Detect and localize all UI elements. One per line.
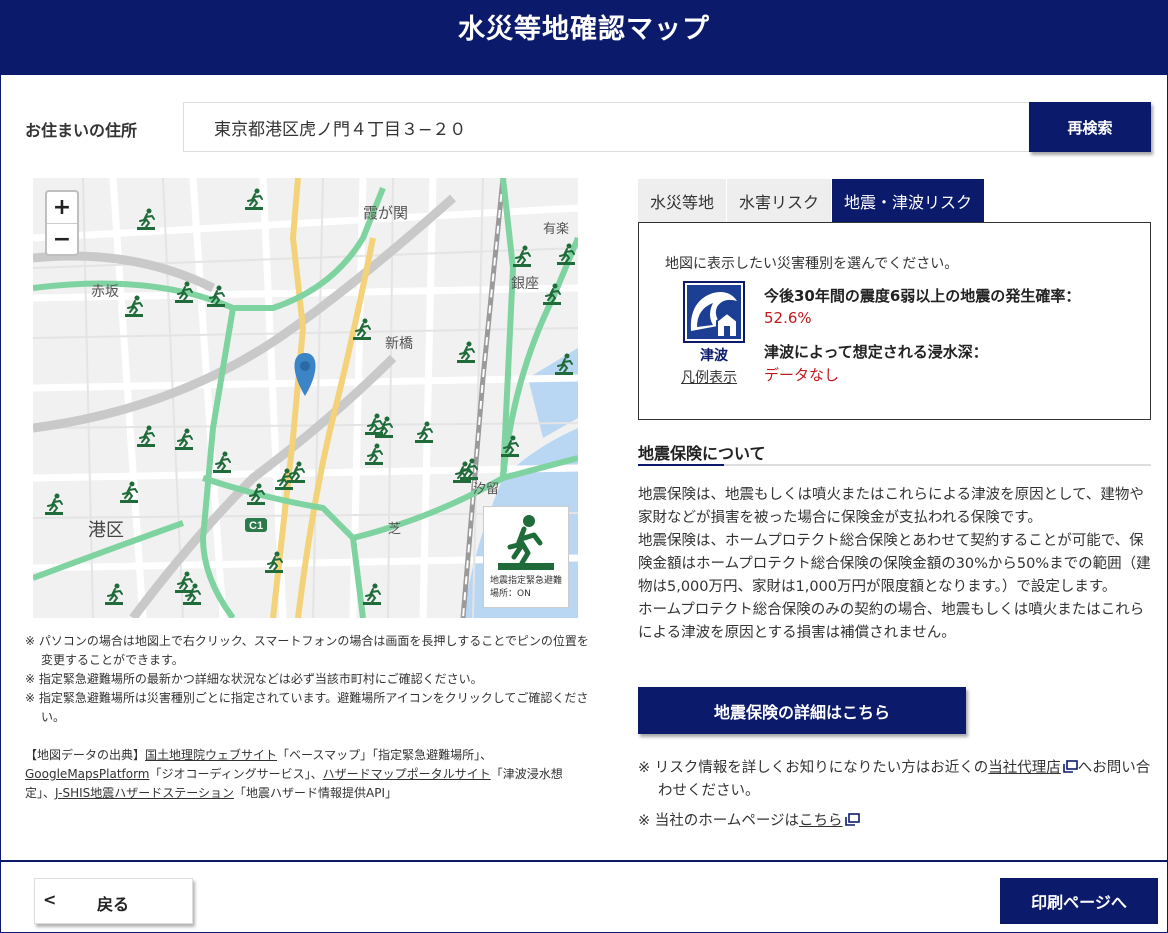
- source-link-hazard-portal[interactable]: ハザードマップポータルサイト: [323, 767, 491, 781]
- chevron-left-icon: <: [43, 890, 57, 909]
- tab-flood-risk[interactable]: 水害リスク: [727, 179, 833, 222]
- quake-probability-value: 52.6%: [764, 309, 812, 327]
- homepage-note: ※ 当社のホームページはこちら: [638, 810, 1153, 833]
- address-label: お住まいの住所: [25, 121, 138, 140]
- agency-note: ※ リスク情報を詳しくお知りになりたい方はお近くの当社代理店 へお問い合わせくださ…: [638, 757, 1153, 803]
- risk-tabs: 水災等地 水害リスク 地震・津波リスク: [638, 179, 986, 222]
- place-label: 芝: [388, 521, 401, 537]
- insurance-heading: 地震保険について: [638, 444, 766, 463]
- research-button[interactable]: 再検索: [1029, 102, 1151, 152]
- tsunami-icon[interactable]: [683, 281, 745, 343]
- insurance-paragraph: ホームプロテクト総合保険のみの契約の場合、地震もしくは噴火またはこれらによる津波…: [638, 602, 1145, 641]
- tsunami-depth-value: データなし: [764, 366, 840, 384]
- source-text: 「ジオコーディングサービス」、: [149, 767, 323, 781]
- tab-earthquake-tsunami-risk[interactable]: 地震・津波リスク: [832, 179, 986, 222]
- map-data-source: 【地図データの出典】国土地理院ウェブサイト「ベースマップ」「指定緊急避難場所」、…: [25, 746, 590, 803]
- place-label: 霞が関: [363, 204, 408, 222]
- homepage-link[interactable]: こちら: [799, 813, 843, 829]
- back-button-label: 戻る: [97, 895, 130, 914]
- address-input[interactable]: 東京都港区虎ノ門４丁目３−２０: [183, 102, 1029, 152]
- place-label: 有楽: [543, 221, 569, 237]
- shelter-legend[interactable]: 地震指定緊急避難 場所：ON: [483, 506, 569, 608]
- quake-probability-label: 今後30年間の震度6弱以上の地震の発生確率：: [764, 287, 1081, 305]
- source-link-jshis[interactable]: J-SHIS地震ハザードステーション: [55, 786, 234, 800]
- source-prefix: 【地図データの出典】: [25, 748, 146, 762]
- print-page-button[interactable]: 印刷ページへ: [1000, 878, 1158, 924]
- place-label: 銀座: [511, 276, 539, 292]
- evacuation-site-icon: [498, 515, 554, 570]
- place-label: 汐留: [473, 481, 499, 497]
- zoom-control: + −: [45, 190, 79, 256]
- place-label: 港区: [88, 520, 124, 541]
- agency-note-prefix: ※ リスク情報を詳しくお知りになりたい方はお近くの: [638, 760, 989, 776]
- insurance-paragraph: 地震保険は、ホームプロテクト総合保険とあわせて契約することが可能で、保険金額はホ…: [638, 533, 1151, 595]
- footer-divider: [0, 860, 1168, 862]
- agency-link[interactable]: 当社代理店: [988, 760, 1061, 776]
- risk-intro: 地図に表示したい災害種別を選んでください。: [665, 256, 959, 272]
- zoom-in-button[interactable]: +: [47, 192, 77, 223]
- map-note: ※ 指定緊急避難場所の最新かつ詳細な状況などは必ず当該市町村にご確認ください。: [25, 672, 483, 686]
- homepage-note-prefix: ※ 当社のホームページは: [638, 813, 800, 829]
- shelter-legend-text: 地震指定緊急避難: [490, 576, 563, 586]
- hazard-map[interactable]: C1 霞が関 赤坂 新橋 銀座 港区 芝 有楽 汐留 + − 地震指定緊急避難: [33, 178, 578, 618]
- tsunami-label: 津波: [700, 348, 728, 364]
- insurance-paragraph: 地震保険は、地震もしくは噴火またはこれらによる津波を原因として、建物や家財などが…: [638, 487, 1144, 526]
- page-title: 水災等地確認マップ: [458, 14, 710, 45]
- source-text: 「ベースマップ」「指定緊急避難場所」、: [277, 748, 493, 762]
- map-note: ※ 指定緊急避難場所は災害種別ごとに指定されています。避難場所アイコンをクリック…: [25, 691, 589, 724]
- insurance-detail-button[interactable]: 地震保険の詳細はこちら: [638, 687, 966, 734]
- place-label: 新橋: [385, 336, 413, 352]
- tab-flood-class[interactable]: 水災等地: [638, 179, 728, 222]
- page-header: 水災等地確認マップ: [0, 0, 1168, 75]
- place-label: 赤坂: [91, 284, 119, 300]
- external-link-icon[interactable]: [1062, 760, 1078, 773]
- legend-link[interactable]: 凡例表示: [681, 367, 737, 387]
- heading-divider-accent: [638, 464, 724, 466]
- back-button[interactable]: < 戻る: [34, 878, 193, 924]
- tsunami-depth-label: 津波によって想定される浸水深：: [764, 343, 988, 361]
- risk-panel: 地図に表示したい災害種別を選んでください。 津波 凡例表示 今後30年間の震度6…: [638, 222, 1151, 420]
- shelter-legend-status: 場所：ON: [490, 589, 531, 599]
- map-note: ※ パソコンの場合は地図上で右クリック、スマートフォンの場合は画面を長押しするこ…: [25, 634, 589, 667]
- source-text: 「地震ハザード情報提供API」: [234, 786, 398, 800]
- zoom-out-button[interactable]: −: [47, 223, 77, 254]
- source-link-gsi[interactable]: 国土地理院ウェブサイト: [145, 748, 277, 762]
- source-link-google-maps[interactable]: GoogleMapsPlatform: [25, 767, 150, 781]
- map-notes: ※ パソコンの場合は地図上で右クリック、スマートフォンの場合は画面を長押しするこ…: [25, 632, 590, 727]
- road-label-c1: C1: [249, 520, 263, 532]
- insurance-description: 地震保険は、地震もしくは噴火またはこれらによる津波を原因として、建物や家財などが…: [638, 484, 1153, 645]
- external-link-icon[interactable]: [844, 813, 860, 826]
